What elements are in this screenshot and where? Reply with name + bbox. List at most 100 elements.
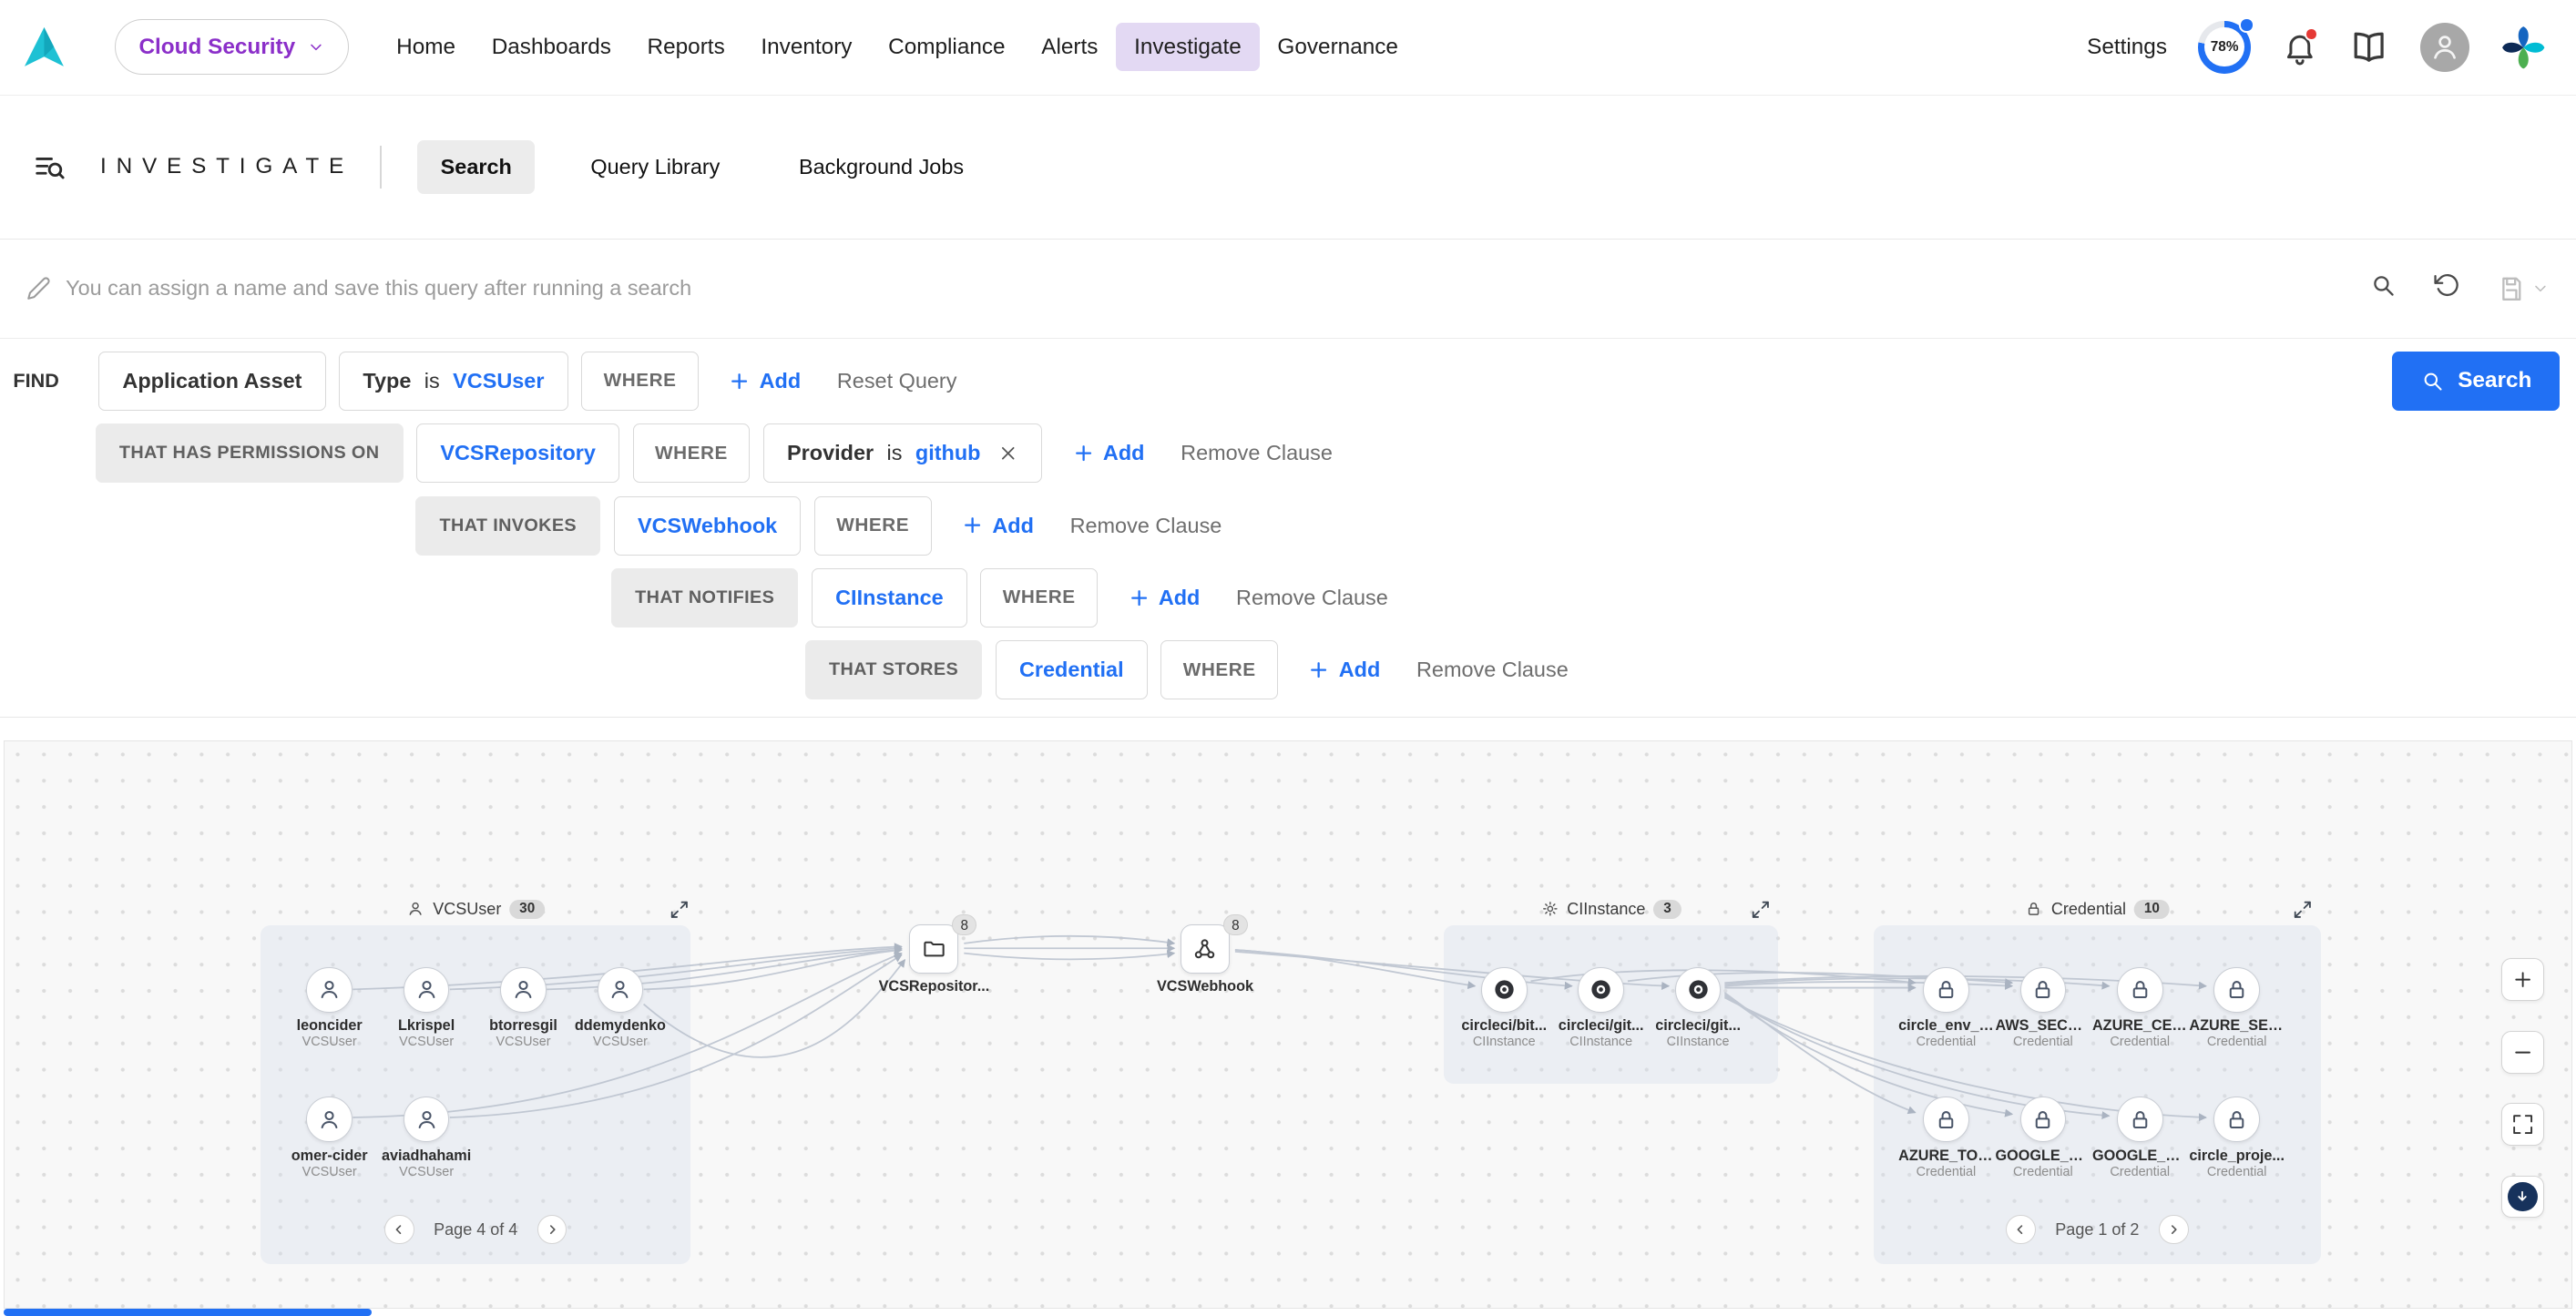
provider-filter-chip[interactable]: Provider is github bbox=[763, 423, 1042, 483]
filter-key: Provider bbox=[787, 441, 874, 465]
graph-node-vcsuser[interactable]: Lkrispel VCSUser bbox=[379, 967, 475, 1050]
query-results-graph[interactable]: VCSUser 30 CIInstance 3 Credential 10 le… bbox=[4, 740, 2573, 1309]
prev-page-button[interactable] bbox=[384, 1215, 414, 1244]
cluster-header-vcsuser[interactable]: VCSUser 30 bbox=[406, 900, 545, 920]
entity-button[interactable]: VCSRepository bbox=[416, 423, 619, 483]
plus-icon bbox=[728, 370, 751, 393]
tab-background-jobs[interactable]: Background Jobs bbox=[776, 140, 987, 194]
graph-node-ciinstance[interactable]: circleci/bit... CIInstance bbox=[1457, 967, 1552, 1050]
asset-category-button[interactable]: Application Asset bbox=[98, 352, 326, 411]
nav-item-investigate[interactable]: Investigate bbox=[1116, 23, 1259, 71]
next-page-button[interactable] bbox=[537, 1215, 567, 1244]
where-button[interactable]: WHERE bbox=[633, 423, 751, 483]
node-label: omer-cider bbox=[281, 1148, 377, 1165]
graph-node-credential[interactable]: AZURE_SECRET... Credential bbox=[2189, 967, 2285, 1050]
tab-query-library[interactable]: Query Library bbox=[567, 140, 742, 194]
run-search-button[interactable]: Search bbox=[2392, 352, 2560, 411]
next-page-button[interactable] bbox=[2159, 1215, 2188, 1244]
where-button[interactable]: WHERE bbox=[980, 568, 1098, 627]
docs-book-icon[interactable] bbox=[2349, 27, 2388, 66]
query-clause-row-3: THAT NOTIFIES CIInstance WHERE Add Remov… bbox=[611, 568, 2576, 627]
undo-icon[interactable] bbox=[2433, 271, 2461, 306]
lock-icon bbox=[2117, 1097, 2163, 1143]
graph-node-vcsrepository[interactable]: 8 VCSRepositor... bbox=[876, 924, 991, 996]
type-filter-chip[interactable]: Type is VCSUser bbox=[339, 352, 568, 411]
remove-clause-button[interactable]: Remove Clause bbox=[1181, 441, 1333, 465]
graph-node-credential[interactable]: circle_proje... Credential bbox=[2189, 1097, 2285, 1179]
nav-item-inventory[interactable]: Inventory bbox=[743, 23, 871, 71]
node-count-badge: 8 bbox=[952, 914, 976, 935]
graph-node-credential[interactable]: AZURE_TOKEN_... Credential bbox=[1898, 1097, 1994, 1179]
graph-node-vcswebhook[interactable]: 8 VCSWebhook bbox=[1148, 924, 1262, 996]
graph-node-vcsuser[interactable]: btorresgil VCSUser bbox=[475, 967, 571, 1050]
prev-page-button[interactable] bbox=[2006, 1215, 2035, 1244]
nav-item-alerts[interactable]: Alerts bbox=[1023, 23, 1116, 71]
cluster-header-credential[interactable]: Credential 10 bbox=[2025, 900, 2170, 920]
entity-button[interactable]: Credential bbox=[996, 640, 1148, 699]
add-label: Add bbox=[1103, 441, 1145, 465]
relation-button[interactable]: THAT NOTIFIES bbox=[611, 568, 799, 627]
query-name-input[interactable]: You can assign a name and save this quer… bbox=[66, 276, 691, 301]
node-type: Credential bbox=[2189, 1165, 2285, 1179]
horizontal-scrollbar-thumb[interactable] bbox=[4, 1309, 372, 1316]
remove-clause-button[interactable]: Remove Clause bbox=[1416, 658, 1569, 682]
add-condition-button[interactable]: Add bbox=[728, 369, 801, 393]
expand-cluster-credential-icon[interactable] bbox=[2291, 900, 2314, 923]
tab-search[interactable]: Search bbox=[417, 140, 535, 194]
graph-node-credential[interactable]: GOOGLE_SECRE... Credential bbox=[2092, 1097, 2188, 1179]
where-button[interactable]: WHERE bbox=[814, 496, 932, 556]
relation-button[interactable]: THAT INVOKES bbox=[415, 496, 600, 556]
download-graph-button[interactable] bbox=[2501, 1176, 2544, 1219]
add-condition-button[interactable]: Add bbox=[1128, 586, 1201, 610]
expand-cluster-vcsuser-icon[interactable] bbox=[668, 900, 690, 923]
relation-button[interactable]: THAT STORES bbox=[805, 640, 983, 699]
circleci-icon bbox=[1675, 967, 1722, 1014]
where-button[interactable]: WHERE bbox=[1160, 640, 1278, 699]
search-saved-queries-icon[interactable] bbox=[2369, 271, 2397, 306]
zoom-in-button[interactable] bbox=[2501, 958, 2544, 1001]
graph-node-vcsuser[interactable]: aviadhahami VCSUser bbox=[379, 1097, 475, 1179]
graph-node-ciinstance[interactable]: circleci/git... CIInstance bbox=[1651, 967, 1746, 1050]
entity-button[interactable]: VCSWebhook bbox=[614, 496, 802, 556]
add-condition-button[interactable]: Add bbox=[961, 514, 1034, 538]
graph-node-credential[interactable]: circle_env_v... Credential bbox=[1898, 967, 1994, 1050]
fullscreen-button[interactable] bbox=[2501, 1103, 2544, 1146]
remove-filter-icon[interactable] bbox=[997, 443, 1018, 464]
filter-value: github bbox=[915, 441, 981, 465]
add-condition-button[interactable]: Add bbox=[1307, 658, 1380, 682]
usage-progress-ring[interactable]: 78% bbox=[2198, 21, 2251, 74]
graph-node-ciinstance[interactable]: circleci/git... CIInstance bbox=[1553, 967, 1649, 1050]
user-avatar[interactable] bbox=[2420, 23, 2469, 72]
product-selector-dropdown[interactable]: Cloud Security bbox=[115, 19, 349, 75]
relation-button[interactable]: THAT HAS PERMISSIONS ON bbox=[96, 423, 404, 483]
nav-item-compliance[interactable]: Compliance bbox=[870, 23, 1023, 71]
brand-pinwheel-icon[interactable] bbox=[2500, 25, 2547, 71]
save-query-button[interactable] bbox=[2498, 275, 2550, 303]
zoom-out-button[interactable] bbox=[2501, 1031, 2544, 1074]
graph-node-vcsuser[interactable]: leoncider VCSUser bbox=[281, 967, 377, 1050]
remove-clause-button[interactable]: Remove Clause bbox=[1070, 514, 1222, 538]
app-logo-icon[interactable] bbox=[23, 26, 66, 68]
query-clause-row-1: THAT HAS PERMISSIONS ON VCSRepository WH… bbox=[96, 423, 2576, 483]
remove-clause-button[interactable]: Remove Clause bbox=[1236, 586, 1388, 610]
nav-item-governance[interactable]: Governance bbox=[1260, 23, 1416, 71]
nav-item-reports[interactable]: Reports bbox=[629, 23, 743, 71]
graph-node-credential[interactable]: GOOGLE_CREDE... Credential bbox=[1996, 1097, 2091, 1179]
settings-link[interactable]: Settings bbox=[2087, 35, 2167, 60]
graph-node-vcsuser[interactable]: ddemydenko VCSUser bbox=[573, 967, 669, 1050]
nav-item-home[interactable]: Home bbox=[378, 23, 474, 71]
usage-notification-dot bbox=[2239, 17, 2254, 32]
reset-query-button[interactable]: Reset Query bbox=[837, 369, 957, 393]
expand-cluster-ciinstance-icon[interactable] bbox=[1749, 900, 1772, 923]
where-button[interactable]: WHERE bbox=[581, 352, 699, 411]
notifications-bell-icon[interactable] bbox=[2282, 29, 2318, 66]
cluster-header-ciinstance[interactable]: CIInstance 3 bbox=[1540, 900, 1681, 920]
entity-button[interactable]: CIInstance bbox=[812, 568, 967, 627]
query-list-icon[interactable] bbox=[33, 150, 67, 185]
add-condition-button[interactable]: Add bbox=[1072, 441, 1145, 465]
graph-node-credential[interactable]: AZURE_CEREDE... Credential bbox=[2092, 967, 2188, 1050]
graph-node-credential[interactable]: AWS_SECRET_A... Credential bbox=[1996, 967, 2091, 1050]
graph-node-vcsuser[interactable]: omer-cider VCSUser bbox=[281, 1097, 377, 1179]
nav-item-dashboards[interactable]: Dashboards bbox=[474, 23, 629, 71]
plus-icon bbox=[1307, 658, 1330, 681]
